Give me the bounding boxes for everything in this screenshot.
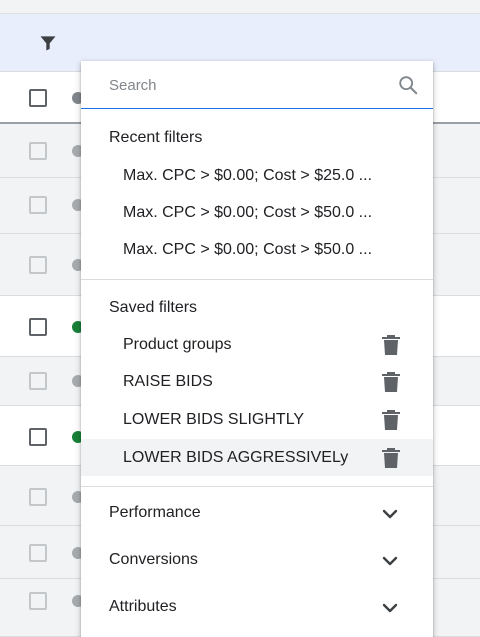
saved-filter-label: LOWER BIDS SLIGHTLY [123,410,305,428]
chevron-down-icon [382,556,398,566]
row-checkbox[interactable] [29,372,47,390]
saved-filter-label: LOWER BIDS AGGRESSIVELy [123,448,349,466]
recent-filters-title: Recent filters [109,129,203,146]
filter-menu: Recent filters Max. CPC > $0.00; Cost > … [81,61,433,637]
section-performance[interactable]: Performance [81,491,433,537]
section-attributes[interactable]: Attributes [81,585,433,631]
filter-icon[interactable] [36,31,60,55]
search-box [81,61,433,109]
saved-filter-item-hovered[interactable]: LOWER BIDS AGGRESSIVELy [81,439,433,476]
row-checkbox[interactable] [29,142,47,160]
divider [81,279,433,280]
saved-filter-item[interactable]: Product groups [81,326,433,363]
section-performance-label: Performance [109,504,201,521]
trash-icon[interactable] [381,447,401,469]
row-checkbox[interactable] [29,488,47,506]
row-checkbox[interactable] [29,256,47,274]
saved-filter-item[interactable]: LOWER BIDS SLIGHTLY [81,401,433,438]
recent-filter-label: Max. CPC > $0.00; Cost > $50.0 ... [123,203,373,221]
chevron-down-icon [382,509,398,519]
row-checkbox[interactable] [29,318,47,336]
select-all-checkbox[interactable] [29,89,47,107]
row-checkbox[interactable] [29,592,47,610]
trash-icon[interactable] [381,371,401,393]
saved-filter-label: Product groups [123,335,232,353]
saved-filter-label: RAISE BIDS [123,372,213,390]
divider [81,486,433,487]
saved-filters-title: Saved filters [109,299,198,316]
saved-filter-item[interactable]: RAISE BIDS [81,363,433,400]
section-attributes-label: Attributes [109,598,177,615]
search-icon[interactable] [397,74,419,96]
row-checkbox[interactable] [29,196,47,214]
trash-icon[interactable] [381,409,401,431]
chevron-down-icon [382,603,398,613]
recent-filter-item[interactable]: Max. CPC > $0.00; Cost > $25.0 ... [81,157,433,194]
row-checkbox[interactable] [29,544,47,562]
recent-filter-label: Max. CPC > $0.00; Cost > $50.0 ... [123,240,373,258]
recent-filter-item[interactable]: Max. CPC > $0.00; Cost > $50.0 ... [81,194,433,231]
row-checkbox[interactable] [29,428,47,446]
section-conversions-label: Conversions [109,551,198,568]
section-conversions[interactable]: Conversions [81,538,433,584]
recent-filter-label: Max. CPC > $0.00; Cost > $25.0 ... [123,166,373,184]
search-input[interactable] [109,71,379,99]
trash-icon[interactable] [381,334,401,356]
top-strip [0,0,480,14]
recent-filter-item[interactable]: Max. CPC > $0.00; Cost > $50.0 ... [81,231,433,268]
